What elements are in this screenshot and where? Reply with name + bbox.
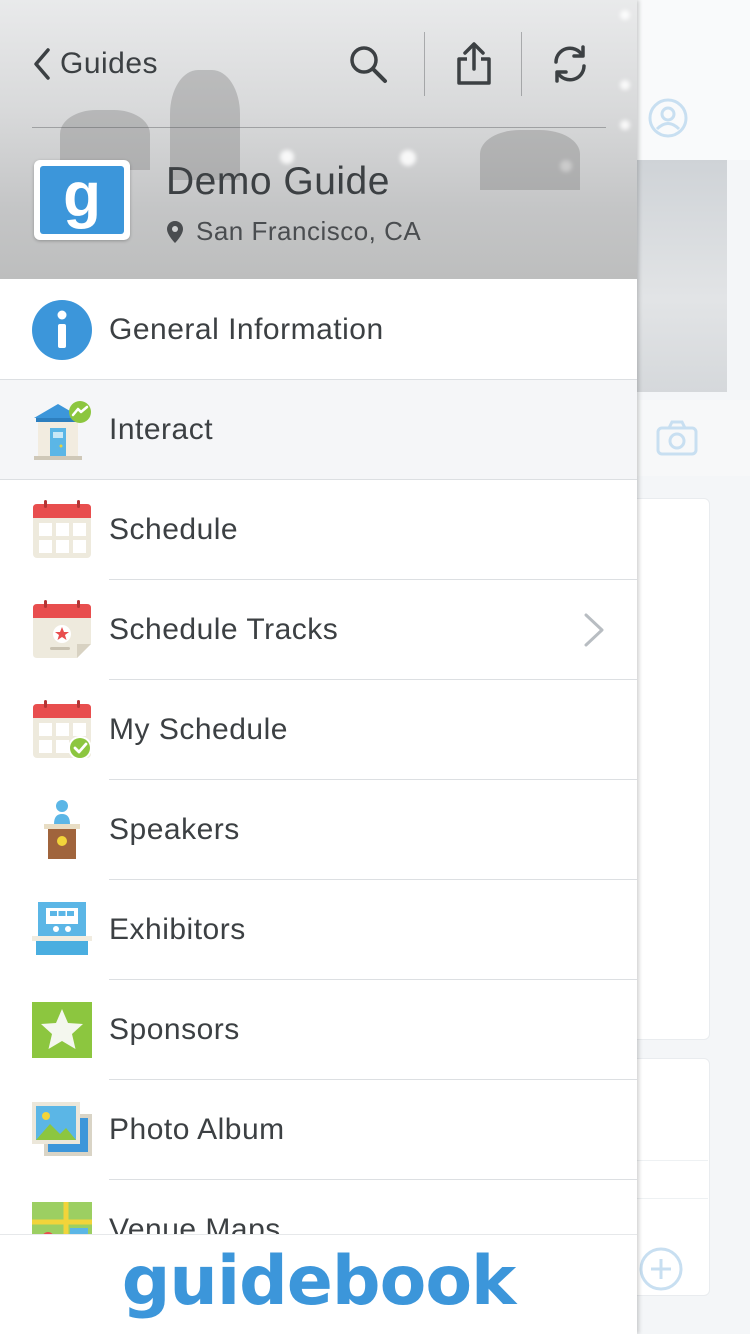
menu-item-label: Sponsors [109, 1013, 240, 1046]
menu-item-label: Schedule [109, 513, 239, 546]
calendar-icon [33, 500, 91, 558]
drawer-header: Guides g Demo Guide San Francisco, CA [0, 0, 637, 279]
menu-item-my-schedule[interactable]: My Schedule [0, 680, 637, 780]
menu-item-schedule-tracks[interactable]: Schedule Tracks [0, 580, 637, 680]
guide-title: Demo Guide [166, 160, 390, 203]
menu-item-label: Interact [109, 413, 214, 446]
chevron-right-icon [584, 613, 604, 647]
menu-item-photo-album[interactable]: Photo Album [0, 1080, 637, 1180]
menu-item-interact[interactable]: Interact [0, 380, 637, 480]
menu-item-label: Venue Maps [109, 1213, 281, 1234]
drawer-toolbar: Guides [0, 28, 637, 100]
guide-logo: g [34, 160, 130, 240]
back-button[interactable]: Guides [30, 44, 158, 84]
menu-item-exhibitors[interactable]: Exhibitors [0, 880, 637, 980]
menu-item-label: Speakers [109, 813, 240, 846]
map-pin-icon [167, 220, 183, 243]
calendar-star-icon [33, 600, 91, 658]
menu-item-label: Schedule Tracks [109, 613, 339, 646]
camera-icon[interactable] [655, 418, 699, 458]
menu-item-label: General Information [109, 313, 384, 346]
menu-item-label: My Schedule [109, 713, 288, 746]
navigation-drawer: Guides g Demo Guide San Francisco, CA Ge… [0, 0, 637, 1334]
header-divider [32, 127, 606, 128]
guide-logo-letter: g [40, 165, 124, 234]
menu-item-schedule[interactable]: Schedule [0, 480, 637, 580]
menu-item-label: Exhibitors [109, 913, 246, 946]
menu-item-label: Photo Album [109, 1113, 285, 1146]
share-icon [457, 42, 491, 85]
stage-light [620, 10, 630, 20]
menu-item-speakers[interactable]: Speakers [0, 780, 637, 880]
toolbar-divider [521, 32, 522, 96]
star-icon [32, 1002, 92, 1058]
guidebook-logo: guidebook [121, 1241, 517, 1321]
search-icon [350, 46, 387, 83]
guide-location: San Francisco, CA [166, 216, 421, 247]
crowd-silhouette [480, 130, 580, 190]
map-icon [32, 1202, 92, 1234]
menu-item-venue-maps[interactable]: Venue Maps [0, 1180, 637, 1234]
add-icon[interactable] [638, 1246, 684, 1292]
interact-house-icon [34, 401, 91, 460]
menu-item-sponsors[interactable]: Sponsors [0, 980, 637, 1080]
profile-icon[interactable] [648, 98, 688, 138]
drawer-footer: guidebook [0, 1234, 637, 1334]
location-text: San Francisco, CA [196, 216, 422, 246]
stage-light [400, 150, 416, 166]
drawer-menu: General Information Interact Schedule Sc… [0, 280, 637, 1234]
info-icon [32, 300, 92, 360]
chevron-left-icon [34, 48, 50, 80]
refresh-icon [554, 45, 586, 83]
podium-icon [44, 800, 80, 859]
stage-light [620, 120, 630, 130]
menu-item-general-information[interactable]: General Information [0, 280, 637, 380]
toolbar-divider [424, 32, 425, 96]
back-label: Guides [60, 47, 159, 80]
booth-icon [32, 902, 92, 955]
refresh-button[interactable] [544, 38, 596, 90]
search-button[interactable] [342, 38, 394, 90]
share-button[interactable] [448, 38, 500, 90]
calendar-check-icon [33, 700, 92, 760]
photo-icon [32, 1102, 92, 1156]
